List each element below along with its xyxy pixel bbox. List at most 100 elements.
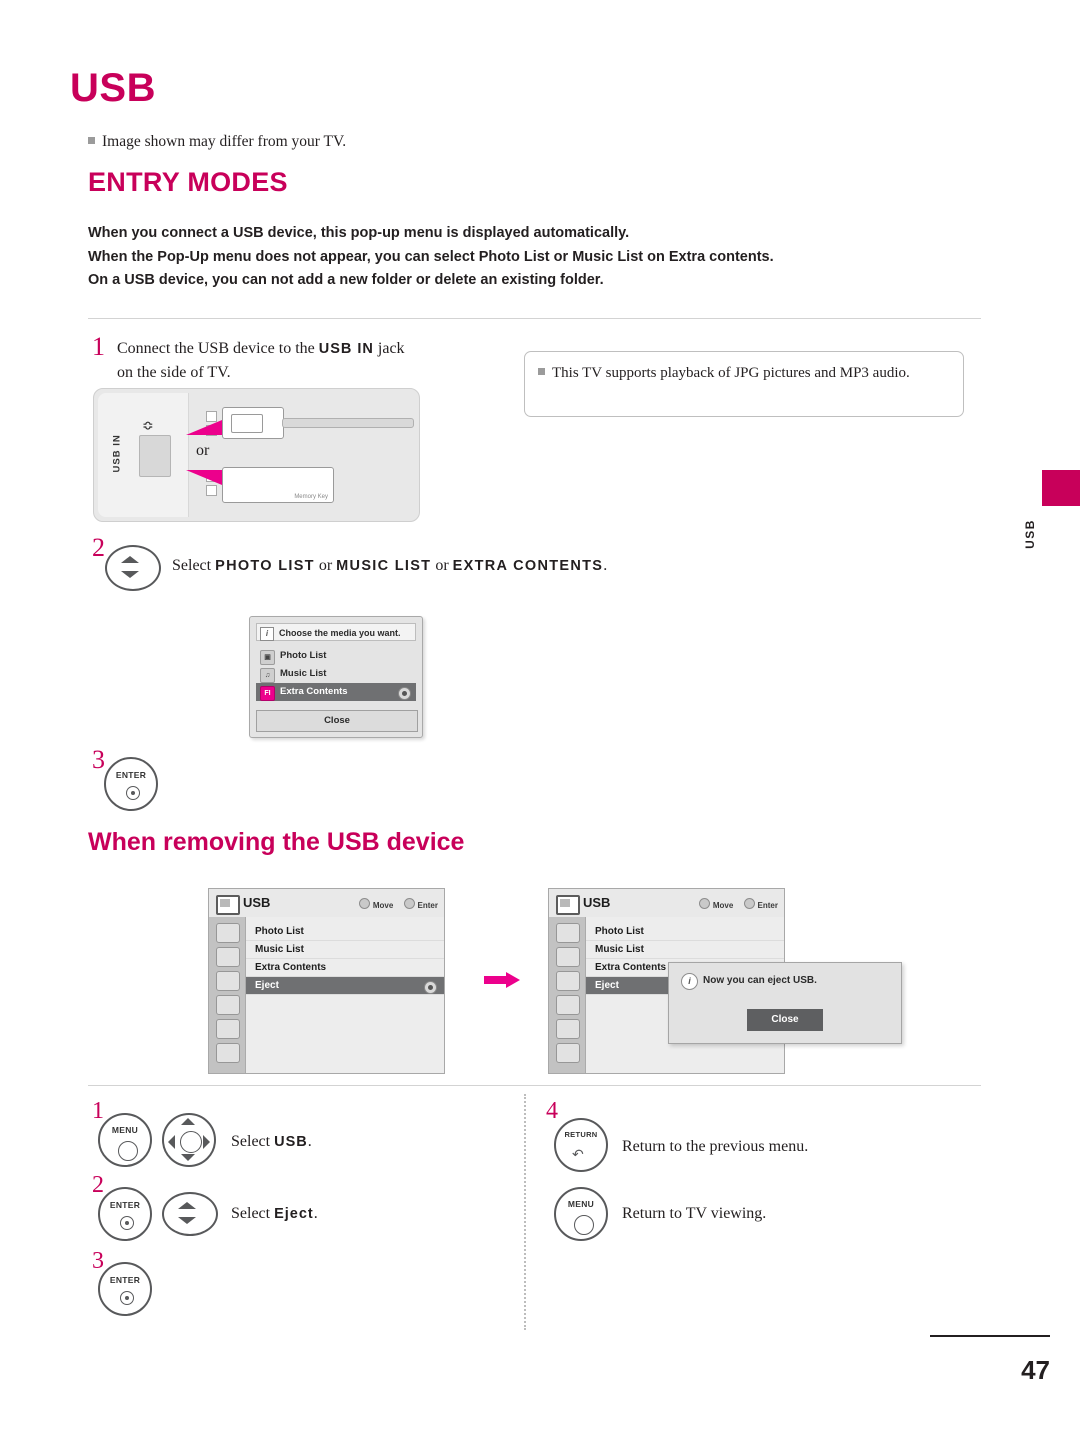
step-1-text-c: on the side of TV.	[117, 364, 231, 381]
bullet-square-icon	[538, 368, 545, 375]
info-icon: i	[681, 973, 698, 990]
side-tab-marker	[1042, 470, 1080, 506]
photo-icon: ▣	[260, 650, 275, 665]
screen-title: USB	[243, 895, 271, 910]
sidebar-icon-music[interactable]	[216, 947, 240, 967]
hint-move-label: Move	[712, 901, 734, 910]
popup-item-photo-list[interactable]: ▣ Photo List	[256, 647, 416, 665]
step-1-text-b: jack	[373, 340, 405, 357]
popup-item-label: Extra Contents	[280, 686, 348, 697]
step-1-text-a: Connect the USB device to the	[117, 340, 319, 357]
page-number: 47	[1021, 1355, 1050, 1385]
menu-row-photo-list[interactable]: Photo List	[246, 923, 444, 941]
chevron-down-icon	[181, 1154, 195, 1161]
bottom-step-1-bold: USB	[274, 1134, 308, 1150]
screen-hints: Move Enter	[351, 898, 438, 910]
step-2-option-music-list: MUSIC LIST	[336, 558, 432, 574]
sidebar-icon-extra[interactable]	[216, 971, 240, 991]
step-1-number: 1	[92, 332, 105, 361]
image-note-text: Image shown may differ from your TV.	[102, 133, 347, 150]
bottom-step-4-text: Return to the previous menu.	[622, 1138, 809, 1155]
enter-button-label: ENTER	[115, 770, 147, 780]
sidebar-icon-setup[interactable]	[216, 1019, 240, 1039]
sidebar-icon-photo[interactable]	[556, 923, 580, 943]
tv-icon	[216, 895, 240, 915]
footer-rule	[930, 1335, 1050, 1337]
remote-dpad-button[interactable]	[162, 1113, 216, 1167]
memory-key-label: Memory Key	[294, 494, 328, 500]
bottom-step-2-text: Select Eject.	[231, 1205, 318, 1223]
column-divider	[524, 1094, 527, 1330]
usb-port	[139, 435, 171, 477]
popup-close-button[interactable]: Close	[256, 710, 418, 732]
tip-callout-text-wrap: This TV supports playback of JPG picture…	[538, 362, 948, 384]
sidebar-icon-input[interactable]	[556, 1043, 580, 1063]
chevron-right-icon	[203, 1135, 210, 1149]
jack-or-label: or	[196, 442, 210, 459]
menu-row-music-list[interactable]: Music List	[586, 941, 784, 959]
enter-dot-icon	[126, 786, 140, 800]
popup-item-music-list[interactable]: ♫ Music List	[256, 665, 416, 683]
sidebar-icon-extra[interactable]	[556, 971, 580, 991]
menu-row-extra-contents[interactable]: Extra Contents	[246, 959, 444, 977]
connector-dot	[206, 425, 217, 436]
chevron-up-icon	[181, 1118, 195, 1125]
connector-dot	[206, 485, 217, 496]
file-icon: FI	[260, 686, 275, 701]
screen-title: USB	[583, 895, 611, 910]
sidebar-icon-music[interactable]	[556, 947, 580, 967]
selected-indicator-icon	[398, 687, 411, 700]
remote-menu-button-2[interactable]: MENU	[554, 1187, 608, 1241]
menu-button-label: MENU	[567, 1199, 595, 1209]
sidebar-icon-input[interactable]	[216, 1043, 240, 1063]
remote-enter-button[interactable]: ENTER	[104, 757, 158, 811]
menu-row-photo-list[interactable]: Photo List	[586, 923, 784, 941]
menu-row-music-list[interactable]: Music List	[246, 941, 444, 959]
eject-popup-close-button[interactable]: Close	[747, 1009, 823, 1031]
step-1-text: Connect the USB device to the USB IN jac…	[117, 337, 507, 385]
usb-cable	[282, 418, 414, 428]
section-title: ENTRY MODES	[88, 167, 288, 197]
remote-enter-button-3[interactable]: ENTER	[98, 1262, 152, 1316]
bottom-step-2-number: 2	[92, 1172, 104, 1198]
remote-menu-button[interactable]: MENU	[98, 1113, 152, 1167]
enter-icon	[743, 898, 755, 909]
eject-confirmation-popup: i Now you can eject USB. Close	[668, 962, 902, 1044]
bottom-step-2-end: .	[313, 1205, 318, 1222]
menu-dot-icon	[574, 1215, 594, 1235]
page-title: USB	[70, 66, 156, 110]
intro-line-2: When the Pop-Up menu does not appear, yo…	[88, 248, 774, 265]
sidebar-icon-eject[interactable]	[216, 995, 240, 1015]
divider-top	[88, 318, 981, 319]
choose-media-header: i Choose the media you want.	[256, 623, 416, 641]
divider-bottom	[88, 1085, 981, 1086]
step-1-bold: USB IN	[318, 341, 374, 357]
choose-media-header-text: Choose the media you want.	[279, 628, 401, 638]
selected-indicator-icon	[424, 981, 437, 994]
usb-jack-illustration: USB IN ≎ or Memory Key	[93, 388, 420, 522]
popup-item-extra-contents[interactable]: FI Extra Contents	[256, 683, 416, 701]
remote-updown-button[interactable]	[105, 545, 161, 591]
choose-media-popup: i Choose the media you want. ▣ Photo Lis…	[249, 616, 423, 738]
bottom-step-2-bold: Eject	[274, 1206, 314, 1222]
music-icon: ♫	[260, 668, 275, 683]
step-2-end: .	[603, 557, 608, 574]
connector-dot	[206, 471, 217, 482]
step-2-lead: Select	[172, 557, 216, 574]
menu-row-eject-label: Eject	[255, 980, 279, 991]
step-2-or-2: or	[431, 557, 453, 574]
sidebar-icon-eject[interactable]	[556, 995, 580, 1015]
remote-enter-button-2[interactable]: ENTER	[98, 1187, 152, 1241]
sidebar-icon-setup[interactable]	[556, 1019, 580, 1039]
popup-item-label: Photo List	[280, 650, 327, 661]
menu-row-eject[interactable]: Eject	[246, 977, 444, 995]
bottom-step-1-lead: Select	[231, 1133, 275, 1150]
info-icon: i	[260, 627, 274, 641]
hint-move-label: Move	[372, 901, 394, 910]
usb-memory-key: Memory Key	[222, 467, 334, 503]
remote-updown-button-2[interactable]	[162, 1192, 218, 1236]
remote-return-button[interactable]: RETURN ↶	[554, 1118, 608, 1172]
sidebar-icon-photo[interactable]	[216, 923, 240, 943]
hint-enter-label: Enter	[757, 901, 778, 910]
bottom-step-1-text: Select USB.	[231, 1133, 312, 1151]
